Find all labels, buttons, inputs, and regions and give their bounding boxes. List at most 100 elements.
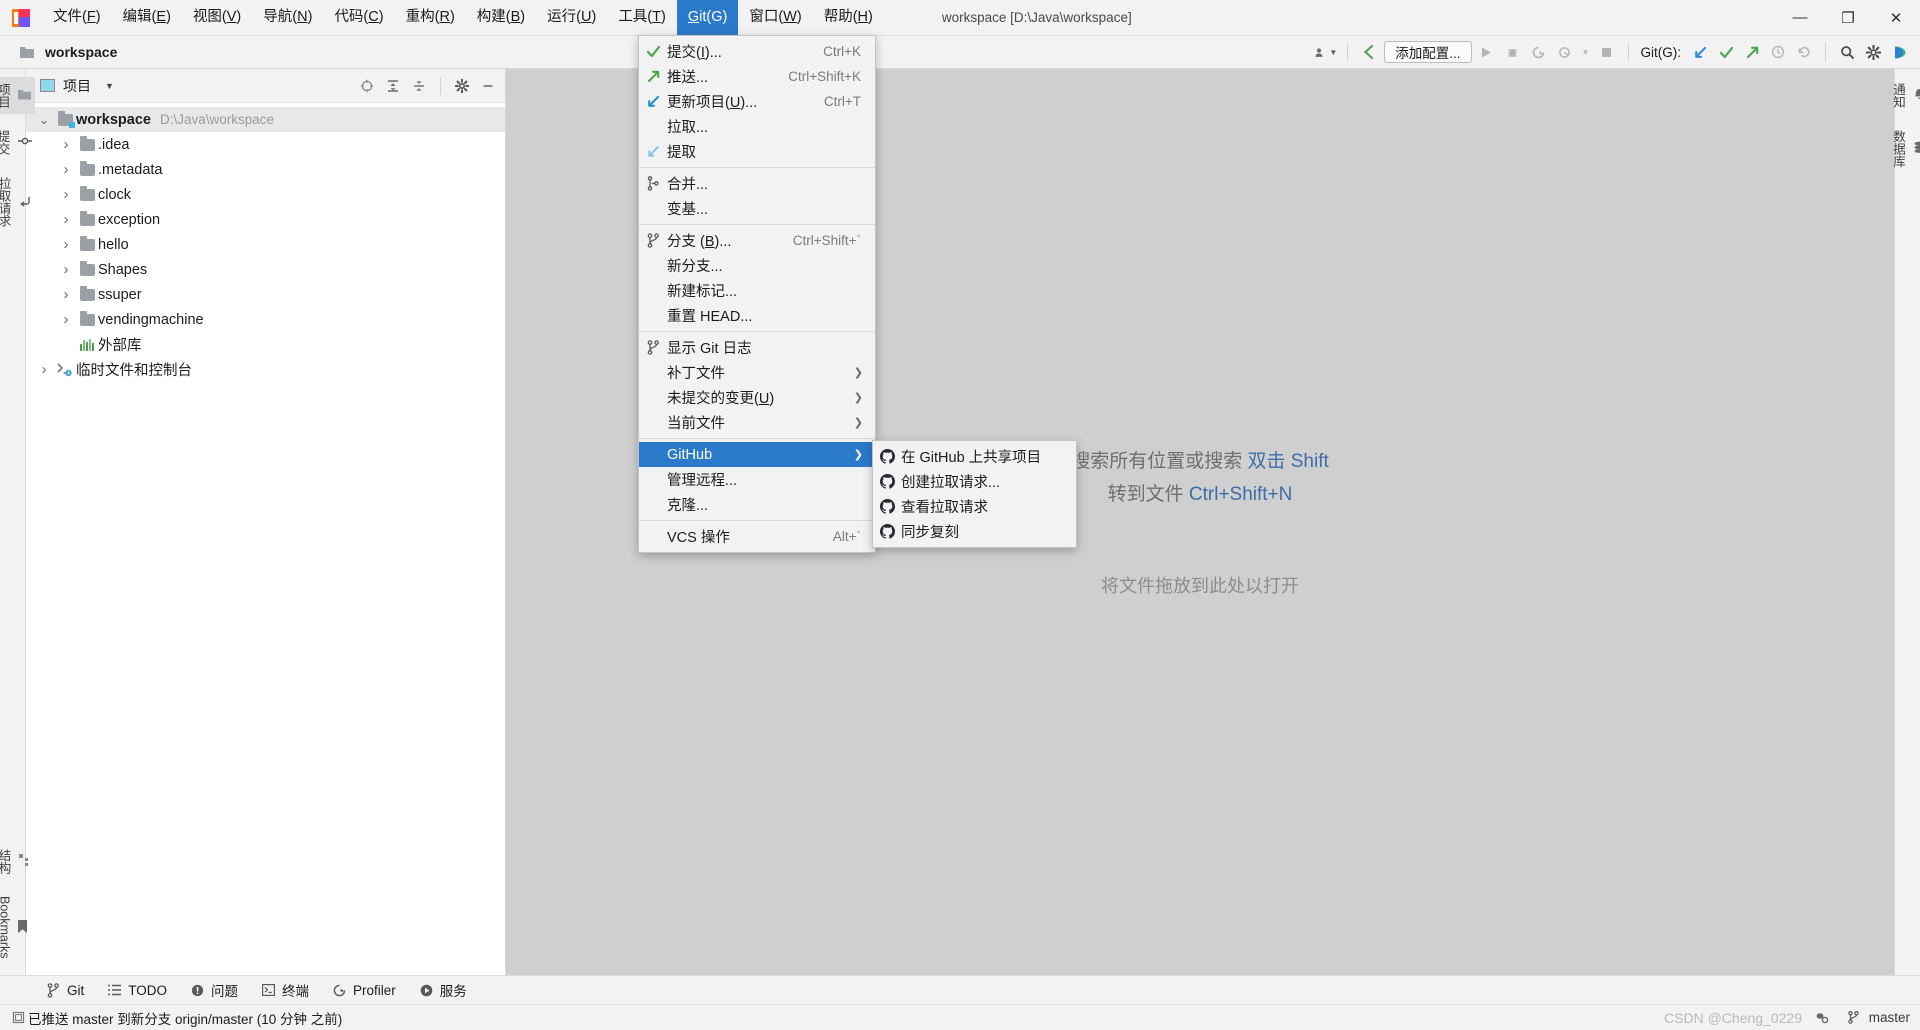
run-icon[interactable]: [1476, 41, 1498, 63]
git-menu-item-19[interactable]: GitHub ❯: [639, 442, 875, 467]
chevron-right-icon[interactable]: ›: [56, 286, 76, 303]
status-message[interactable]: 已推送 master 到新分支 origin/master (10 分钟 之前): [28, 1008, 342, 1028]
tree-row[interactable]: › clock: [26, 182, 505, 207]
menu-bar-item-1[interactable]: 编辑(E): [112, 0, 182, 35]
left-rail-item-拉取请求[interactable]: 拉取请求: [0, 171, 35, 233]
github-menu-item-0[interactable]: 在 GitHub 上共享项目: [873, 444, 1076, 469]
status-branch[interactable]: master: [1844, 1010, 1910, 1025]
project-tree[interactable]: ⌄ workspace D:\Java\workspace › .idea › .metad…: [26, 103, 505, 975]
git-menu-item-23[interactable]: VCS 操作 Alt+`: [639, 524, 875, 549]
tree-row[interactable]: › 临时文件和控制台: [26, 357, 505, 382]
git-menu-item-15[interactable]: 补丁文件 ❯: [639, 360, 875, 385]
tool-window-button-问题[interactable]: 问题: [180, 979, 249, 1002]
coverage-icon[interactable]: [1528, 41, 1550, 63]
tree-row[interactable]: › hello: [26, 232, 505, 257]
github-menu-item-1[interactable]: 创建拉取请求...: [873, 469, 1076, 494]
github-menu-item-2[interactable]: 查看拉取请求: [873, 494, 1076, 519]
debug-icon[interactable]: [1502, 41, 1524, 63]
search-icon[interactable]: [1836, 41, 1858, 63]
gear-icon[interactable]: [451, 75, 473, 97]
git-menu-popup[interactable]: 提交(I)... Ctrl+K 推送... Ctrl+Shift+K 更新项目(U)..…: [638, 35, 876, 553]
chevron-right-icon[interactable]: ›: [56, 161, 76, 178]
left-rail-item-结构[interactable]: 结构: [0, 843, 35, 880]
github-menu-item-3[interactable]: 同步复刻: [873, 519, 1076, 544]
git-menu-item-0[interactable]: 提交(I)... Ctrl+K: [639, 39, 875, 64]
left-rail-item-项目[interactable]: 项目: [0, 77, 35, 114]
vcs-user-icon[interactable]: ▼: [1315, 41, 1337, 63]
menu-bar-item-5[interactable]: 重构(R): [395, 0, 466, 35]
tool-window-button-Profiler[interactable]: Profiler: [322, 979, 407, 1002]
menu-bar-item-3[interactable]: 导航(N): [252, 0, 323, 35]
close-button[interactable]: ✕: [1872, 0, 1920, 35]
project-panel-title[interactable]: 项目 ▼: [40, 76, 114, 96]
menu-bar-item-9[interactable]: Git(G): [676, 0, 739, 35]
menu-bar[interactable]: 文件(F) 编辑(E) 视图(V) 导航(N) 代码(C) 重构(R) 构建(B) 运行(U)…: [42, 0, 884, 35]
chevron-down-icon[interactable]: ▼: [105, 81, 114, 91]
git-menu-item-9[interactable]: 分支 (B)... Ctrl+Shift+`: [639, 228, 875, 253]
chevron-down-icon[interactable]: ⌄: [34, 113, 54, 126]
chevron-right-icon[interactable]: ›: [56, 136, 76, 153]
hide-icon[interactable]: [477, 75, 499, 97]
chevron-right-icon[interactable]: ›: [56, 261, 76, 278]
tree-row[interactable]: › ssuper: [26, 282, 505, 307]
gear-icon[interactable]: [1862, 41, 1884, 63]
chevron-right-icon[interactable]: ›: [56, 311, 76, 328]
tree-row[interactable]: › Shapes: [26, 257, 505, 282]
git-menu-item-7[interactable]: 变基...: [639, 196, 875, 221]
chevron-right-icon[interactable]: ›: [56, 236, 76, 253]
git-menu-item-4[interactable]: 提取: [639, 139, 875, 164]
right-rail-item-数据库[interactable]: 数据库: [1885, 124, 1920, 174]
minimize-button[interactable]: —: [1776, 0, 1824, 35]
git-menu-item-21[interactable]: 克隆...: [639, 492, 875, 517]
locate-icon[interactable]: [356, 75, 378, 97]
menu-bar-item-11[interactable]: 帮助(H): [813, 0, 884, 35]
chevron-right-icon[interactable]: ›: [56, 186, 76, 203]
project-widget-icon[interactable]: [16, 41, 38, 63]
profile-dropdown-icon[interactable]: ▼: [1580, 41, 1592, 63]
rollback-icon[interactable]: [1793, 41, 1815, 63]
event-log-icon[interactable]: [8, 1011, 28, 1024]
menu-bar-item-2[interactable]: 视图(V): [182, 0, 252, 35]
chevron-right-icon[interactable]: ›: [34, 361, 54, 378]
collapse-all-icon[interactable]: [408, 75, 430, 97]
profile-icon[interactable]: [1554, 41, 1576, 63]
maximize-button[interactable]: ❐: [1824, 0, 1872, 35]
settings-status-icon[interactable]: [1812, 1011, 1832, 1024]
history-icon[interactable]: [1767, 41, 1789, 63]
tree-row[interactable]: › .metadata: [26, 157, 505, 182]
git-menu-item-3[interactable]: 拉取...: [639, 114, 875, 139]
tool-window-button-TODO[interactable]: TODO: [97, 979, 178, 1002]
tool-window-button-终端[interactable]: 终端: [251, 979, 320, 1002]
git-menu-item-10[interactable]: 新分支...: [639, 253, 875, 278]
toolbar-project-name[interactable]: workspace: [45, 44, 117, 60]
menu-bar-item-6[interactable]: 构建(B): [466, 0, 536, 35]
menu-bar-item-4[interactable]: 代码(C): [323, 0, 394, 35]
menu-bar-item-7[interactable]: 运行(U): [536, 0, 607, 35]
menu-bar-item-8[interactable]: 工具(T): [607, 0, 677, 35]
right-rail-item-通知[interactable]: 通知: [1885, 77, 1920, 114]
git-menu-item-6[interactable]: 合并...: [639, 171, 875, 196]
tree-spacer[interactable]: [56, 339, 76, 350]
expand-all-icon[interactable]: [382, 75, 404, 97]
git-menu-item-17[interactable]: 当前文件 ❯: [639, 410, 875, 435]
tool-window-button-Git[interactable]: Git: [36, 979, 95, 1002]
github-submenu-popup[interactable]: 在 GitHub 上共享项目 创建拉取请求... 查看拉取请求 同步复刻: [872, 440, 1077, 548]
git-menu-item-16[interactable]: 未提交的变更(U) ❯: [639, 385, 875, 410]
left-rail-item-Bookmarks[interactable]: Bookmarks: [0, 890, 32, 965]
git-menu-item-20[interactable]: 管理远程...: [639, 467, 875, 492]
git-menu-item-1[interactable]: 推送... Ctrl+Shift+K: [639, 64, 875, 89]
stop-icon[interactable]: [1596, 41, 1618, 63]
menu-bar-item-10[interactable]: 窗口(W): [738, 0, 812, 35]
left-rail-item-提交[interactable]: 提交: [0, 124, 36, 161]
git-menu-item-11[interactable]: 新建标记...: [639, 278, 875, 303]
git-menu-item-14[interactable]: 显示 Git 日志: [639, 335, 875, 360]
push-icon[interactable]: [1741, 41, 1763, 63]
back-arrow-icon[interactable]: [1358, 41, 1380, 63]
tree-row[interactable]: › exception: [26, 207, 505, 232]
add-configuration-button[interactable]: 添加配置...: [1384, 41, 1472, 63]
tree-row[interactable]: › .idea: [26, 132, 505, 157]
update-project-icon[interactable]: [1689, 41, 1711, 63]
tree-row[interactable]: ⌄ workspace D:\Java\workspace: [26, 107, 505, 132]
git-menu-item-2[interactable]: 更新项目(U)... Ctrl+T: [639, 89, 875, 114]
tool-window-button-服务[interactable]: 服务: [409, 979, 478, 1002]
